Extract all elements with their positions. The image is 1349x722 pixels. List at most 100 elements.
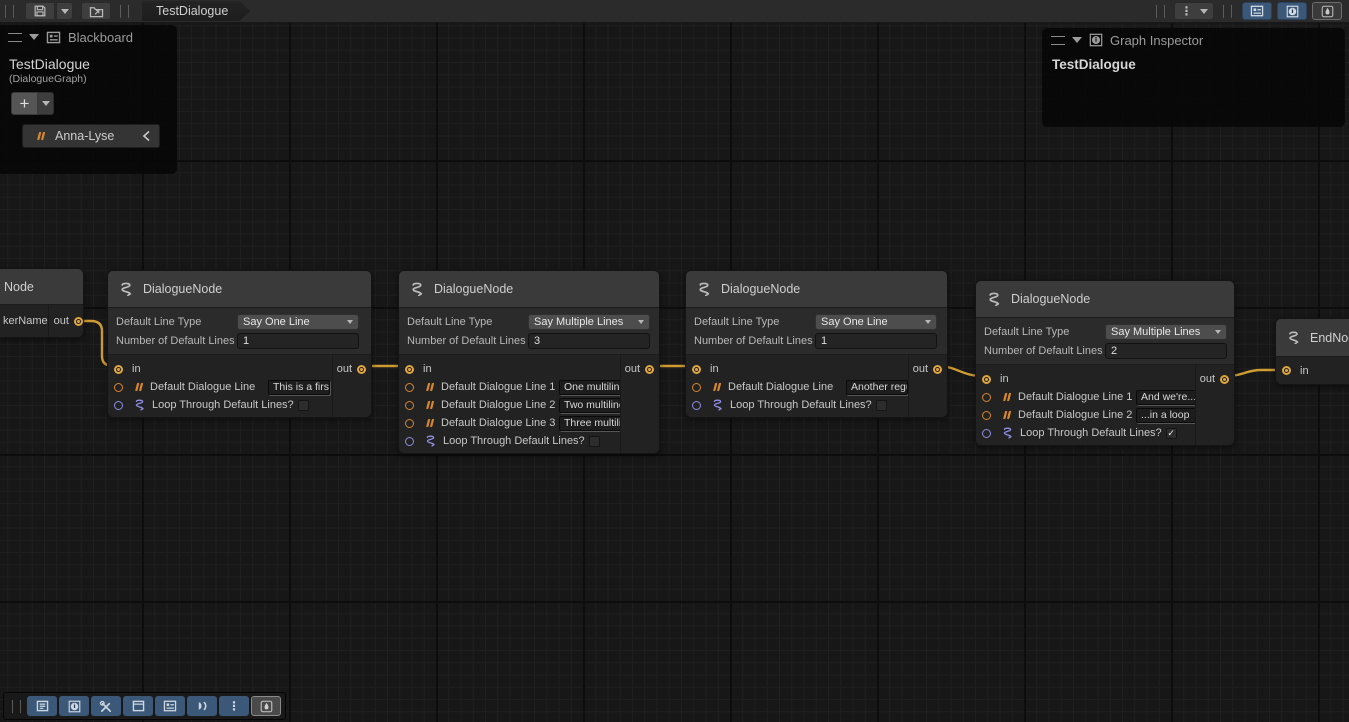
dialogue-flow-icon — [118, 282, 134, 297]
toolbar-drag-handle[interactable] — [1223, 5, 1232, 18]
out-port[interactable] — [357, 365, 366, 374]
dialogue-node-3[interactable]: DialogueNodeDefault Line TypeSay One Lin… — [685, 270, 948, 418]
toolbar-drag-handle[interactable] — [120, 5, 129, 18]
line-port[interactable] — [982, 411, 991, 420]
in-port[interactable] — [1282, 366, 1291, 375]
loop-port[interactable] — [114, 401, 123, 410]
line-port[interactable] — [405, 401, 414, 410]
preview-toggle-button-bottom[interactable] — [251, 696, 281, 716]
preview-toggle-button[interactable] — [1312, 2, 1342, 20]
out-port[interactable] — [933, 365, 942, 374]
open-asset-button[interactable] — [81, 2, 111, 20]
line-port[interactable] — [405, 383, 414, 392]
add-property-dropdown[interactable] — [38, 92, 54, 115]
blackboard-toggle-button-bottom[interactable] — [155, 696, 185, 716]
line-type-dropdown[interactable]: Say Multiple Lines — [528, 314, 650, 330]
dialogue-flow-icon — [133, 399, 146, 411]
collapse-arrow-icon[interactable] — [1072, 37, 1082, 43]
out-port[interactable] — [1220, 375, 1229, 384]
tools-toggle-button[interactable] — [91, 696, 121, 716]
console-toggle-button[interactable] — [27, 696, 57, 716]
blackboard-icon — [46, 31, 61, 44]
line-type-dropdown[interactable]: Say One Line — [815, 314, 937, 330]
dialogue-node-4[interactable]: DialogueNodeDefault Line TypeSay Multipl… — [975, 280, 1235, 446]
property-row: Default Line TypeSay One Line — [108, 314, 371, 330]
in-port[interactable] — [692, 365, 701, 374]
in-port[interactable] — [982, 375, 991, 384]
dialogue-line-field[interactable]: This is a first — [268, 380, 330, 395]
add-property-button[interactable]: + — [11, 92, 38, 115]
overflow-menu-button[interactable]: ⋮ — [1174, 2, 1214, 20]
blackboard-toggle-button[interactable] — [1242, 2, 1272, 20]
chevron-left-icon[interactable] — [142, 130, 151, 142]
dialogue-line-field[interactable]: Three multilin — [559, 416, 621, 431]
blackboard-panel: Blackboard TestDialogue (DialogueGraph) … — [0, 25, 177, 174]
out-port-label: out — [54, 315, 69, 327]
window-icon — [132, 700, 145, 712]
window-toggle-button[interactable] — [123, 696, 153, 716]
out-column: out — [1195, 365, 1234, 445]
toolbar-drag-handle[interactable] — [12, 700, 21, 713]
inspector-toggle-button-bottom[interactable] — [59, 696, 89, 716]
node-title-bar: Node — [0, 269, 83, 305]
tab-label: TestDialogue — [156, 4, 228, 18]
toolbar-drag-handle[interactable] — [5, 5, 14, 18]
chevron-down-icon — [638, 320, 644, 324]
blackboard-header[interactable]: Blackboard — [0, 26, 176, 48]
loop-checkbox[interactable] — [876, 400, 887, 411]
in-port[interactable] — [405, 365, 414, 374]
top-toolbar: TestDialogue ⋮ — [0, 0, 1349, 23]
dialogue-line-field[interactable]: ...in a loop — [1136, 408, 1198, 423]
default-lines-count-field[interactable]: 3 — [528, 333, 650, 349]
list-icon — [36, 700, 49, 712]
in-port[interactable] — [114, 365, 123, 374]
out-port[interactable] — [645, 365, 654, 374]
loop-checkbox[interactable]: ✓ — [1166, 428, 1177, 439]
quote-icon — [133, 382, 144, 392]
port-label: kerName — [0, 305, 48, 337]
line-port[interactable] — [114, 383, 123, 392]
out-port-row: out — [333, 360, 371, 378]
dropdown-value: Say Multiple Lines — [534, 316, 623, 328]
blackboard-field-anna-lyse[interactable]: Anna-Lyse — [22, 124, 160, 148]
dialogue-node-2[interactable]: DialogueNodeDefault Line TypeSay Multipl… — [398, 270, 660, 454]
loop-label: Loop Through Default Lines? — [1020, 427, 1162, 439]
dialogue-line-field[interactable]: Two multiline — [559, 398, 621, 413]
line-port[interactable] — [405, 419, 414, 428]
loop-port[interactable] — [692, 401, 701, 410]
folder-open-icon — [89, 5, 104, 18]
default-lines-count-field[interactable]: 1 — [815, 333, 937, 349]
property-row: Default Line TypeSay Multiple Lines — [976, 324, 1234, 340]
dialogue-flow-icon — [424, 435, 437, 447]
default-lines-count-field[interactable]: 1 — [237, 333, 359, 349]
line-type-dropdown[interactable]: Say One Line — [237, 314, 359, 330]
toolbar-drag-handle[interactable] — [1156, 5, 1165, 18]
collapse-arrow-icon[interactable] — [29, 34, 39, 40]
dialogue-flow-icon — [986, 292, 1002, 307]
speaker-node-partial[interactable]: Node kerName out — [0, 268, 84, 338]
graph-inspector-header[interactable]: Graph Inspector — [1043, 29, 1344, 51]
playback-toggle-button[interactable] — [187, 696, 217, 716]
chevron-down-icon — [1200, 9, 1208, 14]
dialogue-line-field[interactable]: One multiline — [559, 380, 621, 395]
loop-checkbox[interactable] — [298, 400, 309, 411]
loop-port[interactable] — [982, 429, 991, 438]
line-port[interactable] — [982, 393, 991, 402]
dialogue-line-field[interactable]: Another regu — [846, 380, 908, 395]
dialogue-line-field[interactable]: And we're... — [1136, 390, 1198, 405]
out-port[interactable] — [74, 317, 83, 326]
more-options-button[interactable]: ⋮ — [219, 696, 249, 716]
save-options-dropdown[interactable] — [56, 2, 73, 20]
loop-checkbox[interactable] — [589, 436, 600, 447]
line-port[interactable] — [692, 383, 701, 392]
dialogue-node-1[interactable]: DialogueNodeDefault Line TypeSay One Lin… — [107, 270, 372, 418]
inspector-toggle-button[interactable] — [1277, 2, 1307, 20]
save-button[interactable] — [25, 2, 55, 20]
end-node[interactable]: EndNode in — [1275, 318, 1349, 385]
tab-testdialogue[interactable]: TestDialogue — [142, 1, 250, 21]
line-type-dropdown[interactable]: Say Multiple Lines — [1105, 324, 1227, 340]
quote-icon — [424, 382, 435, 392]
default-lines-count-field[interactable]: 2 — [1105, 343, 1227, 359]
blackboard-graph-type: (DialogueGraph) — [9, 73, 176, 85]
loop-port[interactable] — [405, 437, 414, 446]
